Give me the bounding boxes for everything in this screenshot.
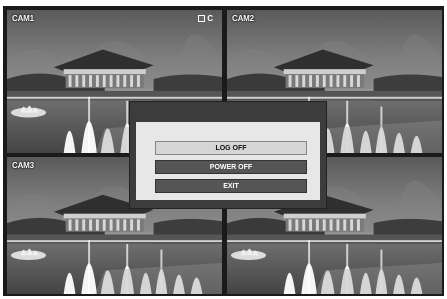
- exit-button[interactable]: EXIT: [155, 179, 307, 193]
- recording-status-text: C: [207, 14, 213, 23]
- camera-1-label: CAM1: [12, 14, 34, 23]
- camera-3-label: CAM3: [12, 161, 34, 170]
- dialog-titlebar: [130, 102, 326, 120]
- recording-indicator: C: [198, 14, 213, 23]
- power-off-button[interactable]: POWER OFF: [155, 160, 307, 174]
- exit-menu-dialog: LOG OFF POWER OFF EXIT: [129, 101, 327, 209]
- dialog-body: LOG OFF POWER OFF EXIT: [136, 122, 320, 200]
- camera-2-label: CAM2: [232, 14, 254, 23]
- log-off-button[interactable]: LOG OFF: [155, 141, 307, 155]
- record-status-icon: [198, 15, 206, 22]
